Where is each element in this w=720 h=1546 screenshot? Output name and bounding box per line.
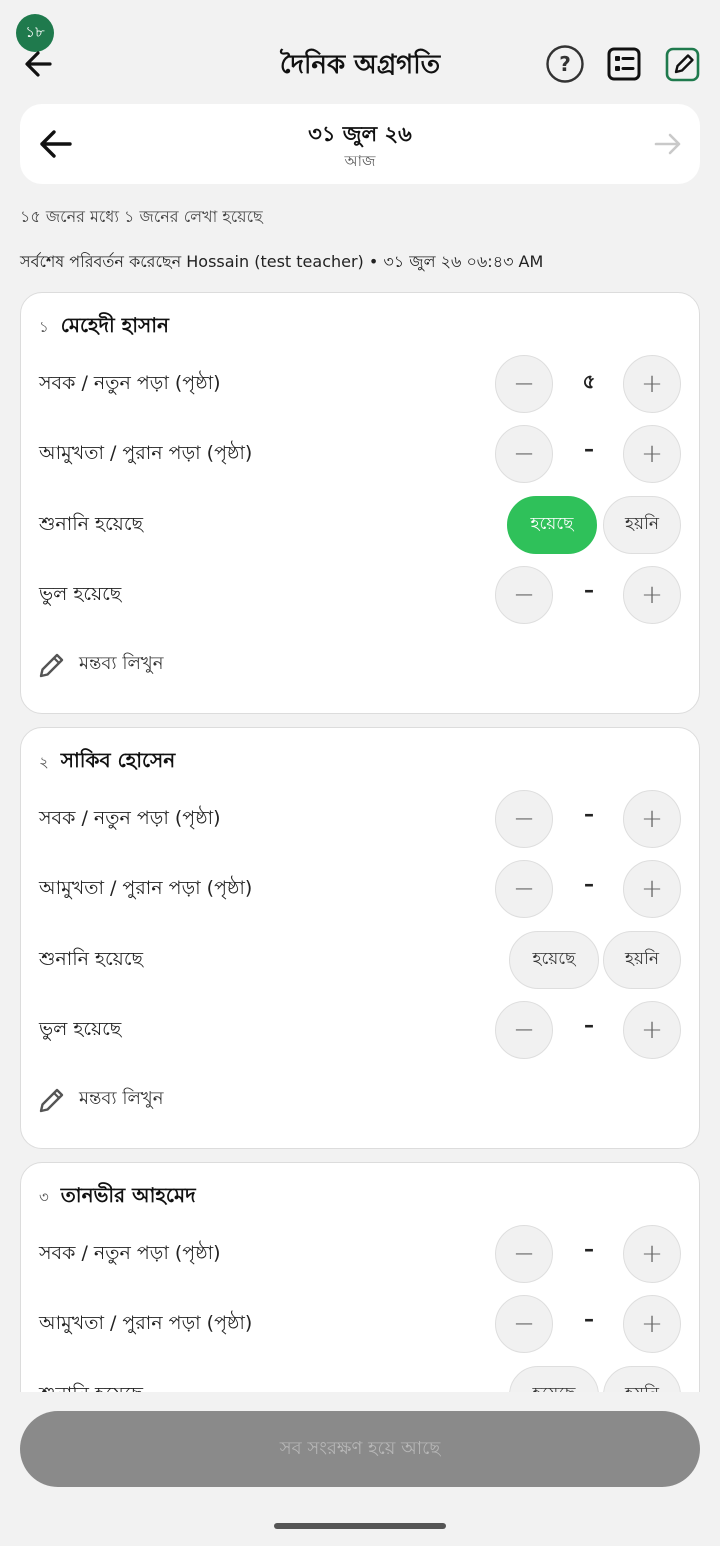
pencil-icon bbox=[39, 1088, 64, 1112]
pencil-icon bbox=[39, 653, 64, 677]
revision-row: আমুখতা / পুরান পড়া (পৃষ্ঠা) − – + bbox=[21, 1295, 701, 1353]
revision-value: – bbox=[584, 872, 594, 896]
lesson-value: – bbox=[584, 802, 594, 826]
pencil-square-icon bbox=[665, 47, 700, 82]
student-name: তানভীর আহমেদ bbox=[60, 1183, 196, 1207]
revision-value: – bbox=[584, 437, 594, 461]
recited-yes-button[interactable]: হয়েছে bbox=[507, 496, 597, 554]
next-day-button[interactable] bbox=[652, 128, 684, 160]
mistakes-row: ভুল হয়েছে − – + bbox=[21, 566, 701, 624]
mistakes-decrement-button[interactable]: − bbox=[495, 1001, 553, 1059]
edit-mode-button[interactable] bbox=[663, 44, 703, 84]
lesson-decrement-button[interactable]: − bbox=[495, 790, 553, 848]
lesson-decrement-button[interactable]: − bbox=[495, 1225, 553, 1283]
student-name: মেহেদী হাসান bbox=[60, 313, 169, 337]
add-comment-label: মন্তব্য লিখুন bbox=[79, 1088, 164, 1109]
lesson-label: সবক / নতুন পড়া (পৃষ্ঠা) bbox=[39, 807, 221, 829]
checklist-icon bbox=[607, 47, 641, 81]
recited-label: শুনানি হয়েছে bbox=[39, 513, 143, 535]
student-list[interactable]: ১ মেহেদী হাসান সবক / নতুন পড়া (পৃষ্ঠা) … bbox=[0, 292, 720, 1392]
save-all-button[interactable]: সব সংরক্ষণ হয়ে আছে bbox=[20, 1411, 700, 1487]
revision-row: আমুখতা / পুরান পড়া (পৃষ্ঠা) − – + bbox=[21, 860, 701, 918]
arrow-right-icon bbox=[654, 133, 681, 155]
revision-decrement-button[interactable]: − bbox=[495, 860, 553, 918]
question-circle-icon: ? bbox=[546, 45, 584, 83]
help-button[interactable]: ? bbox=[545, 44, 585, 84]
revision-decrement-button[interactable]: − bbox=[495, 425, 553, 483]
last-modified-info: সর্বশেষ পরিবর্তন করেছেন Hossain (test te… bbox=[20, 252, 544, 271]
add-comment-button[interactable]: মন্তব্য লিখুন bbox=[37, 1084, 164, 1115]
student-number: ৩ bbox=[39, 1188, 49, 1206]
recited-yes-button[interactable]: হয়েছে bbox=[509, 1366, 599, 1392]
add-comment-label: মন্তব্য লিখুন bbox=[79, 653, 164, 674]
recited-row: শুনানি হয়েছে হয়েছে হয়নি bbox=[21, 1366, 701, 1392]
student-card: ৩ তানভীর আহমেদ সবক / নতুন পড়া (পৃষ্ঠা) … bbox=[20, 1162, 700, 1392]
student-header: ২ সাকিব হোসেন bbox=[39, 746, 175, 779]
recited-yes-button[interactable]: হয়েছে bbox=[509, 931, 599, 989]
relative-date-label: আজ bbox=[344, 152, 376, 170]
recited-no-button[interactable]: হয়নি bbox=[603, 931, 681, 989]
recited-label: শুনানি হয়েছে bbox=[39, 948, 143, 970]
lesson-decrement-button[interactable]: − bbox=[495, 355, 553, 413]
add-comment-button[interactable]: মন্তব্য লিখুন bbox=[37, 649, 164, 680]
recited-no-button[interactable]: হয়নি bbox=[603, 496, 681, 554]
mistakes-value: – bbox=[584, 1013, 594, 1037]
revision-decrement-button[interactable]: − bbox=[495, 1295, 553, 1353]
lesson-row: সবক / নতুন পড়া (পৃষ্ঠা) − ৫ + bbox=[21, 355, 701, 413]
recited-row: শুনানি হয়েছে হয়েছে হয়নি bbox=[21, 931, 701, 989]
lesson-row: সবক / নতুন পড়া (পৃষ্ঠা) − – + bbox=[21, 1225, 701, 1283]
revision-label: আমুখতা / পুরান পড়া (পৃষ্ঠা) bbox=[39, 442, 253, 464]
svg-text:?: ? bbox=[559, 52, 571, 76]
current-date: ৩১ জুল ২৬ bbox=[308, 122, 412, 146]
app-header: দৈনিক অগ্রগতি ? bbox=[0, 30, 720, 100]
home-indicator[interactable] bbox=[274, 1523, 446, 1529]
revision-value: – bbox=[584, 1307, 594, 1331]
lesson-increment-button[interactable]: + bbox=[623, 355, 681, 413]
date-navigator: ৩১ জুল ২৬ আজ bbox=[20, 104, 700, 184]
lesson-row: সবক / নতুন পড়া (পৃষ্ঠা) − – + bbox=[21, 790, 701, 848]
revision-label: আমুখতা / পুরান পড়া (পৃষ্ঠা) bbox=[39, 1312, 253, 1334]
student-header: ১ মেহেদী হাসান bbox=[39, 311, 169, 344]
lesson-increment-button[interactable]: + bbox=[623, 1225, 681, 1283]
mistakes-value: – bbox=[584, 578, 594, 602]
lesson-label: সবক / নতুন পড়া (পৃষ্ঠা) bbox=[39, 1242, 221, 1264]
mistakes-label: ভুল হয়েছে bbox=[39, 583, 122, 605]
student-card: ১ মেহেদী হাসান সবক / নতুন পড়া (পৃষ্ঠা) … bbox=[20, 292, 700, 714]
student-card: ২ সাকিব হোসেন সবক / নতুন পড়া (পৃষ্ঠা) −… bbox=[20, 727, 700, 1149]
student-header: ৩ তানভীর আহমেদ bbox=[39, 1181, 196, 1214]
revision-row: আমুখতা / পুরান পড়া (পৃষ্ঠা) − – + bbox=[21, 425, 701, 483]
list-view-button[interactable] bbox=[604, 44, 644, 84]
student-name: সাকিব হোসেন bbox=[60, 748, 176, 772]
lesson-increment-button[interactable]: + bbox=[623, 790, 681, 848]
student-number: ১ bbox=[39, 318, 49, 336]
mistakes-row: ভুল হয়েছে − – + bbox=[21, 1001, 701, 1059]
revision-label: আমুখতা / পুরান পড়া (পৃষ্ঠা) bbox=[39, 877, 253, 899]
mistakes-decrement-button[interactable]: − bbox=[495, 566, 553, 624]
recited-no-button[interactable]: হয়নি bbox=[603, 1366, 681, 1392]
completion-summary: ১৫ জনের মধ্যে ১ জনের লেখা হয়েছে bbox=[20, 207, 263, 226]
recited-row: শুনানি হয়েছে হয়েছে হয়নি bbox=[21, 496, 701, 554]
revision-increment-button[interactable]: + bbox=[623, 1295, 681, 1353]
recited-label: শুনানি হয়েছে bbox=[39, 1380, 143, 1392]
lesson-label: সবক / নতুন পড়া (পৃষ্ঠা) bbox=[39, 372, 221, 394]
mistakes-label: ভুল হয়েছে bbox=[39, 1018, 122, 1040]
mistakes-increment-button[interactable]: + bbox=[623, 566, 681, 624]
lesson-value: ৫ bbox=[582, 369, 596, 393]
revision-increment-button[interactable]: + bbox=[623, 425, 681, 483]
mistakes-increment-button[interactable]: + bbox=[623, 1001, 681, 1059]
revision-increment-button[interactable]: + bbox=[623, 860, 681, 918]
student-number: ২ bbox=[39, 753, 49, 771]
lesson-value: – bbox=[584, 1237, 594, 1261]
